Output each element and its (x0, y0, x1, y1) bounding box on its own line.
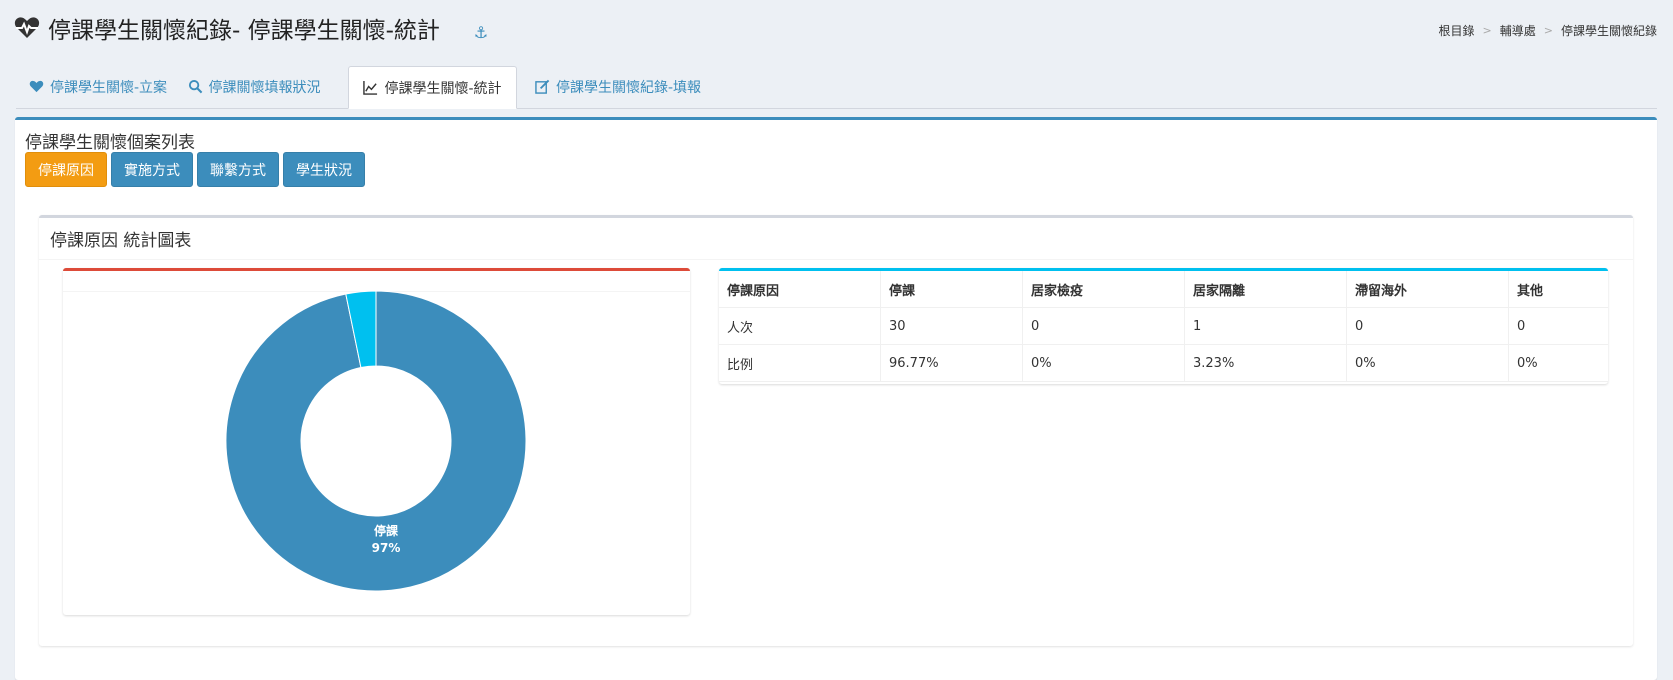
heartbeat-icon (14, 17, 40, 38)
button-student-status[interactable]: 學生狀況 (283, 152, 365, 187)
column-header: 其他 (1508, 271, 1608, 308)
table-cell: 3.23% (1184, 344, 1347, 382)
table-row: 人次 30 0 1 0 0 (719, 307, 1608, 345)
page-title: 停課學生關懷紀錄- 停課學生關懷-統計 (48, 18, 440, 44)
column-header: 停課原因 (719, 271, 881, 308)
donut-chart: 停課 97% (225, 290, 527, 592)
tab-label: 停課關懷填報狀況 (208, 79, 321, 96)
breadcrumb: 根目錄 > 輔導處 > 停課學生關懷紀錄 (1439, 22, 1657, 39)
edit-icon (535, 79, 550, 94)
table-cell: 0% (1022, 344, 1185, 382)
table-header-row: 停課原因 停課 居家檢疫 居家隔離 滯留海外 其他 (719, 271, 1608, 308)
anchor-icon[interactable]: ⚓ (474, 23, 488, 42)
tab-label: 停課學生關懷紀錄-填報 (555, 79, 702, 96)
table-cell: 0 (1508, 307, 1608, 345)
slice-label-percent: 97% (372, 541, 401, 555)
box-title: 停課學生關懷個案列表 (25, 133, 195, 153)
table-panel: 停課原因 停課 居家檢疫 居家隔離 滯留海外 其他 人次 30 0 1 0 0 … (719, 268, 1608, 384)
button-method[interactable]: 實施方式 (111, 152, 193, 187)
column-header: 停課 (880, 271, 1023, 308)
table-cell: 比例 (719, 344, 881, 382)
breadcrumb-separator: > (1543, 24, 1553, 37)
table-cell: 0 (1346, 307, 1509, 345)
breadcrumb-item-current: 停課學生關懷紀錄 (1560, 24, 1657, 38)
table-cell: 1 (1184, 307, 1347, 345)
line-chart-icon (363, 80, 378, 95)
breadcrumb-item-counseling[interactable]: 輔導處 (1500, 22, 1536, 39)
category-button-group: 停課原因 實施方式 聯繫方式 學生狀況 (25, 152, 365, 187)
statistics-box: 停課原因 統計圖表 停課 97% 停課原因 停課 居家檢疫 居家隔離 滯留海外 其… (39, 215, 1633, 646)
divider (39, 259, 1633, 260)
search-icon (188, 79, 202, 94)
table-cell: 0% (1346, 344, 1509, 382)
breadcrumb-separator: > (1482, 24, 1492, 37)
slice-label-name: 停課 (374, 523, 399, 538)
column-header: 滯留海外 (1346, 271, 1509, 308)
breadcrumb-item-root[interactable]: 根目錄 (1439, 22, 1475, 39)
column-header: 居家檢疫 (1022, 271, 1185, 308)
tab-statistics[interactable]: 停課學生關懷-統計 (348, 66, 517, 109)
tab-report-status[interactable]: 停課關懷填報狀況 (184, 66, 324, 107)
heart-icon (29, 80, 44, 93)
table-row: 比例 96.77% 0% 3.23% 0% 0% (719, 344, 1608, 382)
case-list-box: 停課學生關懷個案列表 停課原因 實施方式 聯繫方式 學生狀況 停課原因 統計圖表… (15, 117, 1657, 680)
table-cell: 96.77% (880, 344, 1023, 382)
page-header: 停課學生關懷紀錄- 停課學生關懷-統計 ⚓ (14, 10, 488, 46)
statistics-table: 停課原因 停課 居家檢疫 居家隔離 滯留海外 其他 人次 30 0 1 0 0 … (719, 271, 1608, 382)
button-contact[interactable]: 聯繫方式 (197, 152, 279, 187)
tab-case-filing[interactable]: 停課學生關懷-立案 (28, 66, 168, 107)
tab-bar: 停課學生關懷-立案 停課關懷填報狀況 停課學生關懷-統計 停課學生關懷紀錄-填報 (16, 66, 1657, 109)
button-reason[interactable]: 停課原因 (25, 152, 107, 187)
table-cell: 0 (1022, 307, 1185, 345)
table-cell: 30 (880, 307, 1023, 345)
table-cell: 人次 (719, 307, 881, 345)
tab-record-filing[interactable]: 停課學生關懷紀錄-填報 (533, 66, 703, 107)
table-cell: 0% (1508, 344, 1608, 382)
column-header: 居家隔離 (1184, 271, 1347, 308)
tab-label: 停課學生關懷-立案 (49, 79, 168, 96)
tab-label: 停課學生關懷-統計 (384, 80, 502, 97)
chart-panel: 停課 97% (63, 268, 690, 615)
statistics-title: 停課原因 統計圖表 (50, 231, 192, 251)
